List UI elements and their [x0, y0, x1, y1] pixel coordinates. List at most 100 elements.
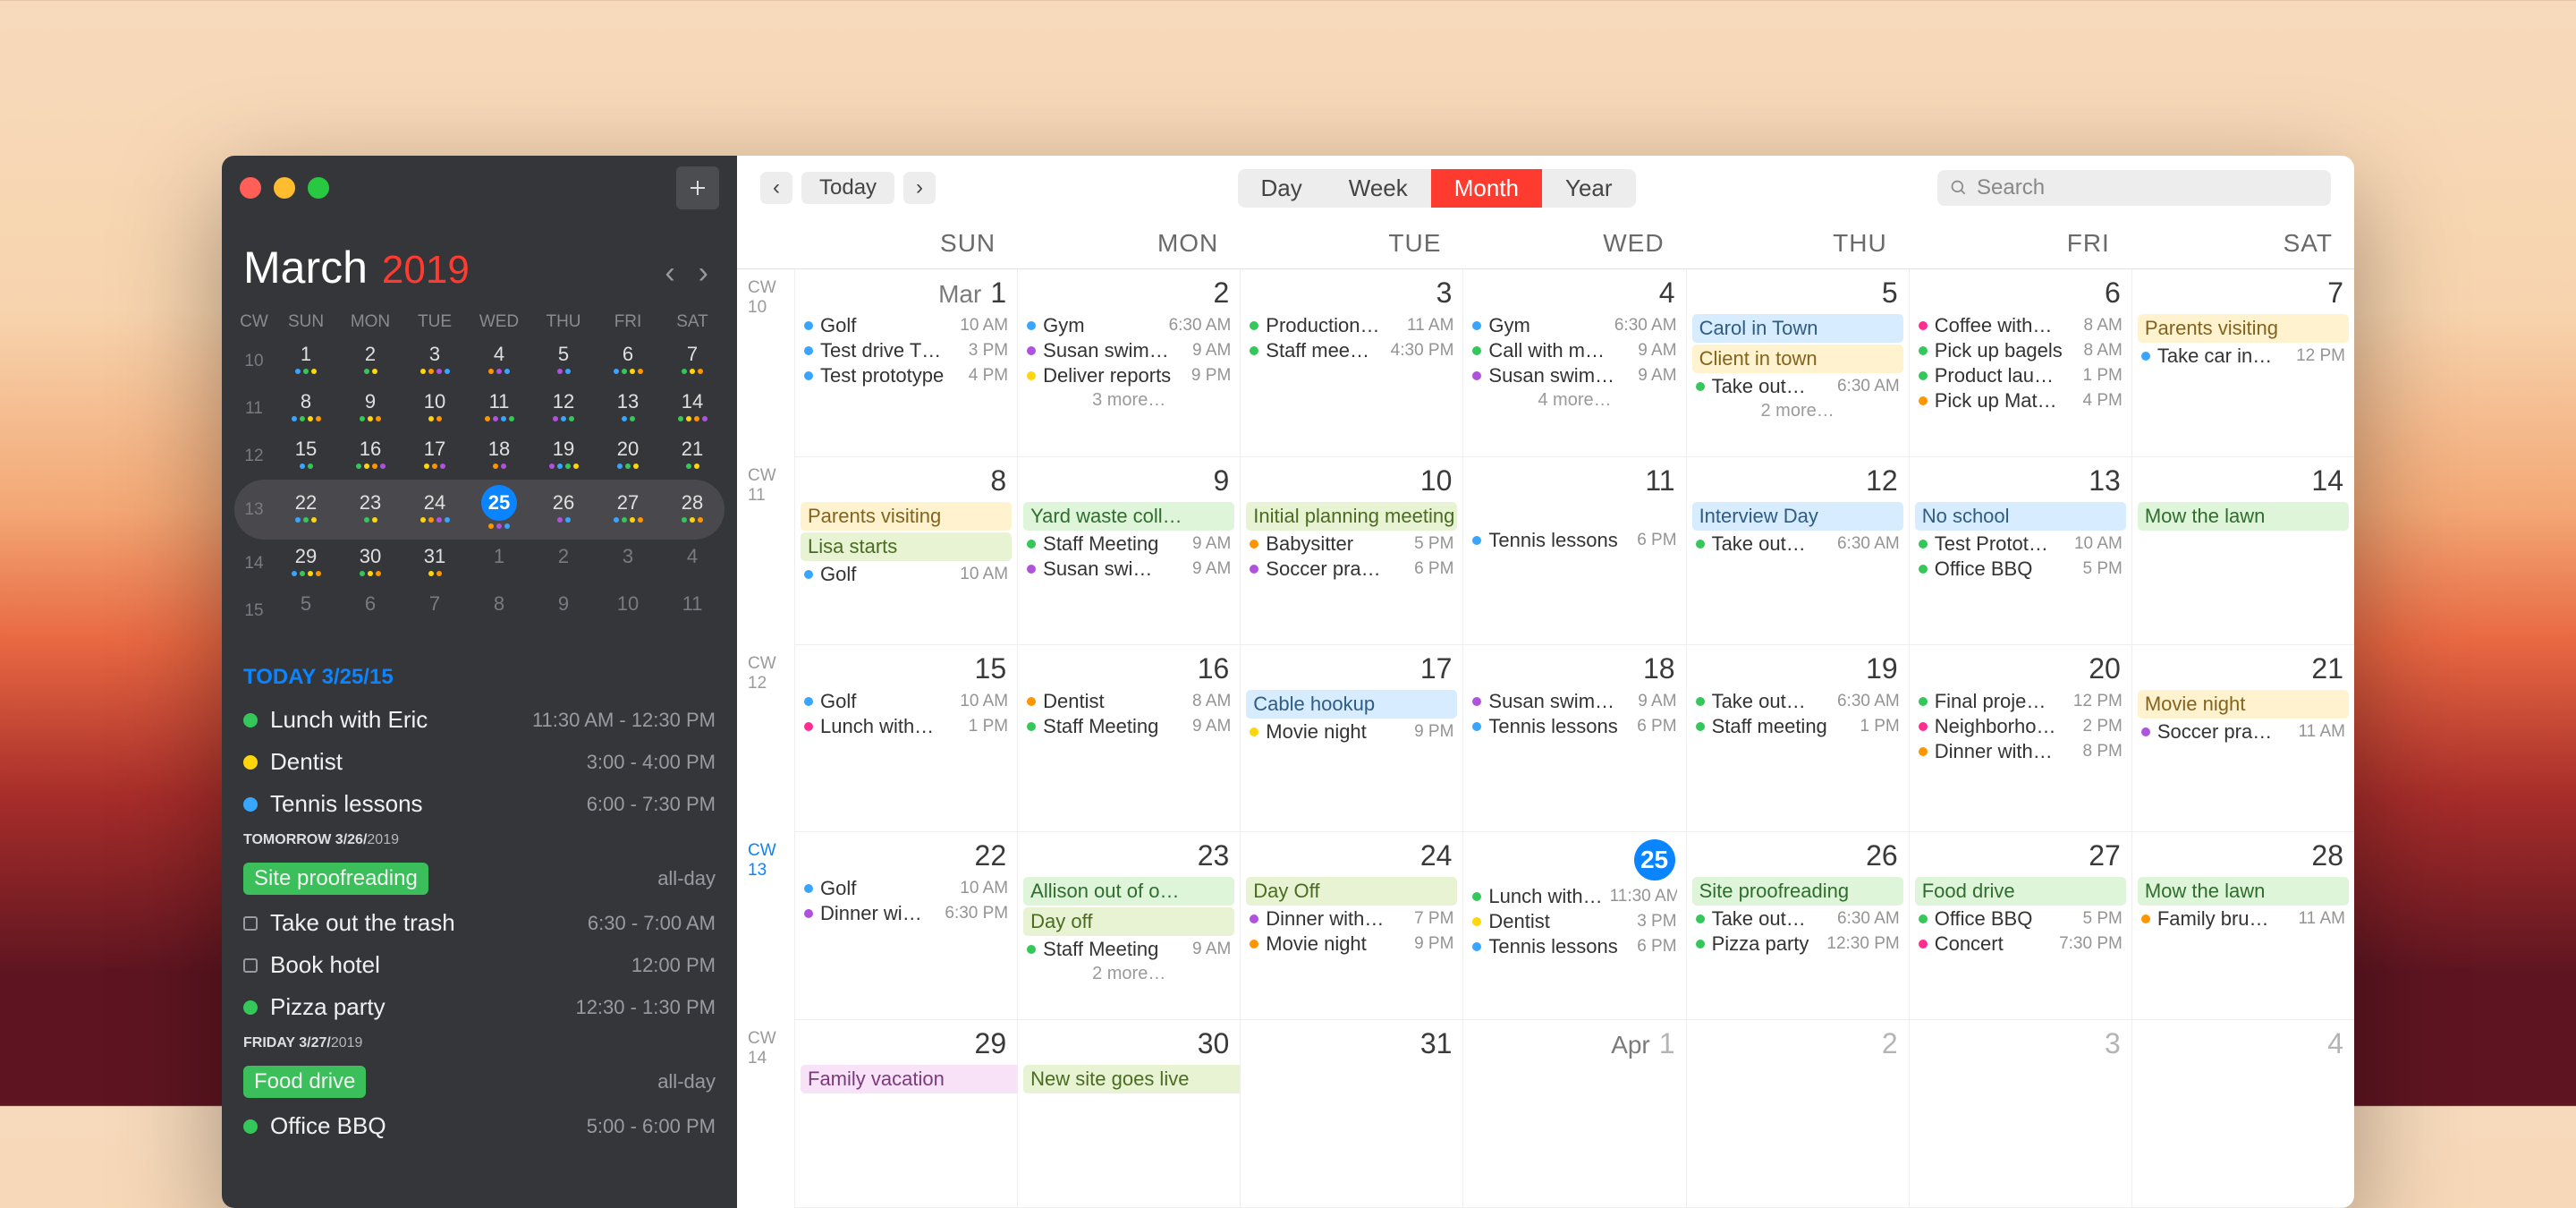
- zoom-window-button[interactable]: [308, 177, 329, 199]
- event-item[interactable]: Tennis lessons6 PM: [1472, 714, 1676, 739]
- agenda-event[interactable]: Office BBQ5:00 - 6:00 PM: [243, 1105, 716, 1147]
- day-cell[interactable]: 3Production…11 AMStaff mee…4:30 PM: [1240, 269, 1462, 457]
- day-cell[interactable]: 7Parents visitingTake car in…12 PM: [2131, 269, 2354, 457]
- checkbox-icon[interactable]: [243, 916, 258, 931]
- view-tab[interactable]: Day: [1238, 169, 1326, 208]
- mini-day[interactable]: 16: [338, 432, 402, 480]
- mini-day[interactable]: 5: [531, 337, 596, 385]
- event-block[interactable]: Initial planning meeting: [1246, 502, 1457, 531]
- day-cell[interactable]: 19Take out…6:30 AMStaff meeting1 PM: [1686, 645, 1909, 833]
- more-events[interactable]: 4 more…: [1472, 388, 1676, 411]
- event-item[interactable]: Office BBQ5 PM: [1919, 557, 2123, 582]
- day-cell[interactable]: 2: [1686, 1020, 1909, 1208]
- event-item[interactable]: Golf10 AM: [804, 689, 1008, 714]
- agenda-event[interactable]: Food driveall-day: [243, 1059, 716, 1105]
- mini-day[interactable]: 30: [338, 540, 402, 587]
- mini-day[interactable]: 9: [531, 587, 596, 634]
- event-item[interactable]: Family bru…11 AM: [2141, 906, 2345, 932]
- event-item[interactable]: Concert7:30 PM: [1919, 932, 2123, 957]
- day-cell[interactable]: 4: [2131, 1020, 2354, 1208]
- event-block[interactable]: Food drive: [1915, 877, 2126, 906]
- event-item[interactable]: Staff mee…4:30 PM: [1250, 338, 1453, 363]
- event-item[interactable]: Susan swim…9 AM: [1472, 363, 1676, 388]
- month-grid[interactable]: CW 10Mar 1Golf10 AMTest drive T…3 PMTest…: [737, 269, 2354, 1208]
- event-block[interactable]: Parents visiting: [2138, 314, 2349, 343]
- mini-calendar[interactable]: CWSUNMONTUEWEDTHUFRISAT10123456711891011…: [222, 302, 737, 651]
- event-item[interactable]: Office BBQ5 PM: [1919, 906, 2123, 932]
- event-item[interactable]: Staff Meeting9 AM: [1027, 937, 1231, 962]
- event-item[interactable]: Production…11 AM: [1250, 313, 1453, 338]
- event-item[interactable]: Test Protot…10 AM: [1919, 532, 2123, 557]
- event-item[interactable]: Dentist3 PM: [1472, 909, 1676, 934]
- event-item[interactable]: Dinner with…7 PM: [1250, 906, 1453, 932]
- checkbox-icon[interactable]: [243, 958, 258, 973]
- day-cell[interactable]: 27Food driveOffice BBQ5 PMConcert7:30 PM: [1909, 832, 2131, 1020]
- mini-day[interactable]: 4: [660, 540, 724, 587]
- more-events[interactable]: 2 more…: [1696, 399, 1900, 421]
- mini-day[interactable]: 19: [531, 432, 596, 480]
- event-item[interactable]: Golf10 AM: [804, 313, 1008, 338]
- event-item[interactable]: Test drive T…3 PM: [804, 338, 1008, 363]
- next-period-button[interactable]: ›: [903, 172, 936, 204]
- day-cell[interactable]: 13No schoolTest Protot…10 AMOffice BBQ5 …: [1909, 457, 2131, 645]
- event-item[interactable]: Movie night9 PM: [1250, 719, 1453, 744]
- day-cell[interactable]: 26Site proofreadingTake out…6:30 AMPizza…: [1686, 832, 1909, 1020]
- event-item[interactable]: Dinner with…8 PM: [1919, 739, 2123, 764]
- view-tab[interactable]: Year: [1542, 169, 1636, 208]
- mini-day[interactable]: 3: [596, 540, 660, 587]
- event-item[interactable]: Pick up Mat…4 PM: [1919, 388, 2123, 413]
- event-item[interactable]: Take out…6:30 AM: [1696, 906, 1900, 932]
- day-cell[interactable]: 10Initial planning meetingBabysitter5 PM…: [1240, 457, 1462, 645]
- view-tab[interactable]: Month: [1431, 169, 1542, 208]
- mini-day[interactable]: 14: [660, 385, 724, 432]
- event-block[interactable]: Movie night: [2138, 690, 2349, 719]
- event-block[interactable]: Site proofreading: [1692, 877, 1903, 906]
- search-field[interactable]: Search: [1937, 170, 2331, 206]
- event-block[interactable]: No school: [1915, 502, 2126, 531]
- close-window-button[interactable]: [240, 177, 261, 199]
- add-event-button[interactable]: [676, 166, 719, 209]
- mini-day[interactable]: 1: [467, 540, 531, 587]
- event-block[interactable]: Parents visiting: [801, 502, 1012, 531]
- mini-day[interactable]: 22: [274, 486, 338, 533]
- day-cell[interactable]: 18Susan swim…9 AMTennis lessons6 PM: [1462, 645, 1685, 833]
- event-block[interactable]: Family vacation: [801, 1065, 1017, 1093]
- event-block[interactable]: Day off: [1023, 907, 1234, 936]
- event-item[interactable]: Pick up bagels8 AM: [1919, 338, 2123, 363]
- day-cell[interactable]: 20Final proje…12 PMNeighborho…2 PMDinner…: [1909, 645, 2131, 833]
- day-cell[interactable]: 9Yard waste coll…Staff Meeting9 AMSusan …: [1017, 457, 1240, 645]
- mini-day[interactable]: 28: [660, 486, 724, 533]
- event-item[interactable]: Soccer pra…6 PM: [1250, 557, 1453, 582]
- agenda-event[interactable]: Pizza party12:30 - 1:30 PM: [243, 986, 716, 1028]
- day-cell[interactable]: 29Family vacation: [794, 1020, 1017, 1208]
- event-item[interactable]: Gym6:30 AM: [1027, 313, 1231, 338]
- day-cell[interactable]: 15Golf10 AMLunch with…1 PM: [794, 645, 1017, 833]
- day-cell[interactable]: 8Parents visitingLisa startsGolf10 AM: [794, 457, 1017, 645]
- event-item[interactable]: Staff meeting1 PM: [1696, 714, 1900, 739]
- prev-month-button[interactable]: ‹: [657, 252, 682, 294]
- event-item[interactable]: Final proje…12 PM: [1919, 689, 2123, 714]
- mini-day[interactable]: 8: [274, 385, 338, 432]
- mini-day[interactable]: 17: [402, 432, 467, 480]
- event-item[interactable]: Babysitter5 PM: [1250, 532, 1453, 557]
- event-item[interactable]: Test prototype4 PM: [804, 363, 1008, 388]
- day-cell[interactable]: 28Mow the lawnFamily bru…11 AM: [2131, 832, 2354, 1020]
- event-block[interactable]: Day Off: [1246, 877, 1457, 906]
- mini-day[interactable]: 11: [467, 385, 531, 432]
- day-cell[interactable]: 21Movie nightSoccer pra…11 AM: [2131, 645, 2354, 833]
- mini-day[interactable]: 18: [467, 432, 531, 480]
- mini-day[interactable]: 1: [274, 337, 338, 385]
- mini-day[interactable]: 10: [596, 587, 660, 634]
- event-item[interactable]: Staff Meeting9 AM: [1027, 532, 1231, 557]
- mini-day[interactable]: 10: [402, 385, 467, 432]
- agenda-event[interactable]: Tennis lessons6:00 - 7:30 PM: [243, 783, 716, 825]
- day-cell[interactable]: 12Interview DayTake out…6:30 AM: [1686, 457, 1909, 645]
- day-cell[interactable]: Mar 1Golf10 AMTest drive T…3 PMTest prot…: [794, 269, 1017, 457]
- mini-day[interactable]: 3: [402, 337, 467, 385]
- day-cell[interactable]: 31: [1240, 1020, 1462, 1208]
- more-events[interactable]: 2 more…: [1027, 962, 1231, 984]
- mini-day[interactable]: 7: [660, 337, 724, 385]
- agenda-event[interactable]: Site proofreadingall-day: [243, 855, 716, 902]
- day-cell[interactable]: 30New site goes live: [1017, 1020, 1240, 1208]
- event-block[interactable]: Mow the lawn: [2138, 877, 2349, 906]
